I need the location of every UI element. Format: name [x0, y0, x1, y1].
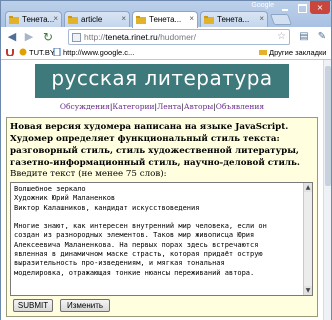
- maximize-button[interactable]: [294, 1, 310, 14]
- tab-close-icon[interactable]: ×: [53, 14, 58, 23]
- tab-close-icon[interactable]: ×: [189, 14, 194, 23]
- text-input-content[interactable]: Волшебное зеркало Художник Юрий Маланенк…: [14, 185, 302, 278]
- back-icon[interactable]: ◀: [5, 30, 19, 44]
- magnet-icon: [6, 49, 14, 56]
- bookmark-google[interactable]: http://www.google.c...: [53, 48, 134, 57]
- browser-brand: Google: [251, 2, 274, 9]
- site-nav: Обсуждения|Категории|Лента|Авторы|Объявл…: [1, 102, 323, 111]
- input-prompt: Введите текст (не менее 75 слов):: [10, 169, 167, 179]
- tab-strip: Google × Тенета... × article × Тенета...…: [1, 1, 331, 28]
- scroll-down-icon[interactable]: ▼: [304, 286, 312, 295]
- tab-2[interactable]: article ×: [64, 11, 130, 28]
- address-url: http://teneta.rinet.ru/hudomer/: [84, 32, 196, 42]
- bookmark-star-icon[interactable]: ☆: [277, 31, 286, 42]
- folder-icon: [204, 16, 214, 24]
- page-icon: [53, 48, 61, 56]
- browser-window: Google × Тенета... × article × Тенета...…: [0, 0, 332, 320]
- nav-link-announcements[interactable]: Объявления: [216, 102, 264, 111]
- nav-link-authors[interactable]: Авторы: [184, 102, 213, 111]
- submit-button[interactable]: SUBMIT: [13, 299, 53, 312]
- tab-label: Тенета...: [149, 15, 182, 24]
- page-scrollbar[interactable]: [323, 60, 331, 320]
- tab-4[interactable]: Тенета... ×: [200, 11, 268, 28]
- tab-3-active[interactable]: Тенета... ×: [132, 11, 198, 28]
- tab-close-icon[interactable]: ×: [121, 14, 126, 23]
- page-menu-icon[interactable]: ▤: [295, 30, 313, 44]
- folder-icon: [259, 50, 267, 55]
- folder-icon: [136, 16, 146, 24]
- tut-by-icon: [19, 48, 27, 56]
- text-input-area[interactable]: Волшебное зеркало Художник Юрий Маланенк…: [10, 182, 313, 296]
- headline: Новая версия худомера написана на языке …: [10, 122, 300, 168]
- bookmark-1[interactable]: [6, 48, 16, 57]
- minimize-button[interactable]: [277, 1, 293, 14]
- tab-close-icon[interactable]: ×: [259, 14, 264, 23]
- nav-link-feed[interactable]: Лента: [157, 102, 181, 111]
- page-viewport: русская литература Обсуждения|Категории|…: [1, 60, 323, 320]
- banner-title: русская литература: [51, 66, 273, 90]
- address-bar[interactable]: http://teneta.rinet.ru/hudomer/ ☆: [68, 29, 290, 45]
- other-bookmarks[interactable]: Другие закладки: [259, 48, 326, 57]
- new-tab-button[interactable]: [269, 14, 293, 25]
- close-window-button[interactable]: ×: [310, 1, 330, 14]
- tab-1[interactable]: Тенета... ×: [5, 11, 62, 28]
- folder-icon: [9, 16, 19, 24]
- site-banner: русская литература: [35, 64, 289, 98]
- page-scrollbar-thumb[interactable]: [325, 66, 331, 186]
- bookmarks-bar: TUT.BY http://www.google.c... Другие зак…: [1, 47, 331, 60]
- change-button[interactable]: Изменить: [60, 299, 110, 312]
- toolbar: ◀ ▶ ↻ http://teneta.rinet.ru/hudomer/ ☆ …: [1, 27, 331, 47]
- nav-link-categories[interactable]: Категории: [112, 102, 154, 111]
- scroll-up-icon[interactable]: ▲: [304, 183, 312, 192]
- nav-link-discussions[interactable]: Обсуждения: [60, 102, 110, 111]
- tab-label: Тенета...: [217, 15, 250, 24]
- forward-icon[interactable]: ▶: [22, 30, 36, 44]
- wrench-icon[interactable]: ✎: [313, 30, 331, 44]
- tab-label: Тенета...: [22, 15, 55, 24]
- page-icon: [72, 33, 81, 42]
- reload-icon[interactable]: ↻: [41, 30, 55, 44]
- folder-icon: [68, 16, 78, 24]
- tab-label: article: [81, 15, 103, 24]
- bookmark-tut-by[interactable]: TUT.BY: [19, 48, 55, 57]
- textarea-scrollbar[interactable]: ▲ ▼: [303, 183, 312, 295]
- hudomer-panel: Новая версия худомера написана на языке …: [6, 117, 318, 317]
